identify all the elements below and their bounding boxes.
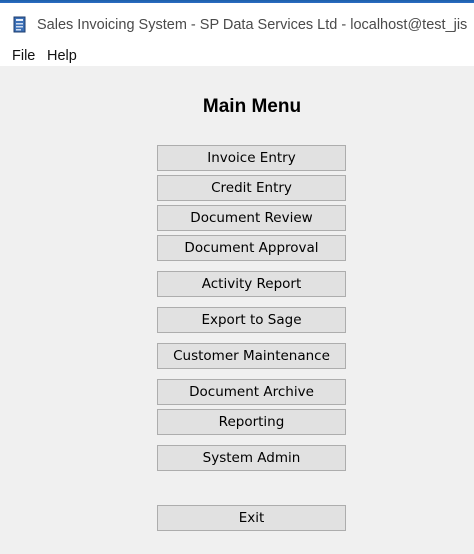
reporting-button[interactable]: Reporting — [157, 409, 346, 435]
exit-button[interactable]: Exit — [157, 505, 346, 531]
export-to-sage-button[interactable]: Export to Sage — [157, 307, 346, 333]
title-bar[interactable]: Sales Invoicing System - SP Data Service… — [0, 3, 474, 41]
app-icon — [13, 16, 26, 33]
system-admin-button[interactable]: System Admin — [157, 445, 346, 471]
page-title: Main Menu — [202, 96, 302, 117]
document-approval-button[interactable]: Document Approval — [157, 235, 346, 261]
window-title: Sales Invoicing System - SP Data Service… — [37, 17, 468, 33]
document-review-button[interactable]: Document Review — [157, 205, 346, 231]
customer-maintenance-button[interactable]: Customer Maintenance — [157, 343, 346, 369]
menu-file[interactable]: File — [12, 48, 35, 64]
invoice-entry-button[interactable]: Invoice Entry — [157, 145, 346, 171]
document-archive-button[interactable]: Document Archive — [157, 379, 346, 405]
activity-report-button[interactable]: Activity Report — [157, 271, 346, 297]
credit-entry-button[interactable]: Credit Entry — [157, 175, 346, 201]
app-window: Sales Invoicing System - SP Data Service… — [0, 0, 474, 554]
menu-bar: File Help — [0, 41, 474, 66]
menu-help[interactable]: Help — [47, 48, 77, 64]
